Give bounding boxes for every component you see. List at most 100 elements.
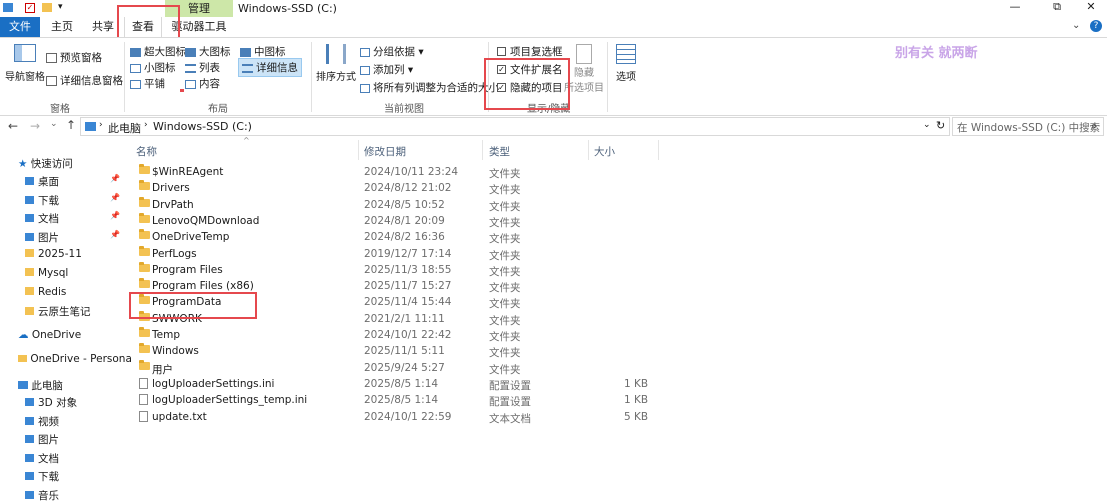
nav-item[interactable]: Redis — [25, 286, 125, 298]
file-row[interactable]: DrvPath 2024/8/5 10:52 文件夹 — [128, 196, 688, 214]
nav-onedrive-personal[interactable]: OneDrive - Persona — [18, 353, 132, 365]
nav-onedrive[interactable]: ☁ OneDrive — [18, 329, 81, 341]
small-icons-option[interactable]: 小图标 — [130, 60, 176, 75]
nav-pc-item[interactable]: 3D 对象 — [25, 395, 77, 410]
nav-pc-item[interactable]: 图片 — [25, 432, 59, 447]
column-divider[interactable] — [358, 140, 359, 160]
pin-icon[interactable]: 📌 — [110, 174, 120, 183]
help-icon[interactable]: ? — [1090, 20, 1102, 32]
medium-icons-option[interactable]: 中图标 — [240, 44, 286, 59]
details-option[interactable]: 详细信息 — [238, 58, 302, 77]
fit-columns-button[interactable]: 将所有列调整为合适的大小 — [360, 80, 499, 95]
column-divider[interactable] — [482, 140, 483, 160]
file-row[interactable]: Windows 2025/11/1 5:11 文件夹 — [128, 343, 688, 360]
preview-pane-button[interactable]: 预览窗格 — [46, 50, 102, 65]
file-row[interactable]: $WinREAgent 2024/10/11 23:24 文件夹 — [128, 164, 688, 181]
up-button[interactable]: ↑ — [66, 118, 76, 132]
search-icon[interactable]: ⌕ — [1091, 119, 1097, 133]
item-checkboxes-checkbox[interactable] — [497, 46, 506, 56]
details-pane-button[interactable]: 详细信息窗格 — [46, 73, 123, 88]
sort-by-button[interactable]: 排序方式 — [316, 44, 356, 83]
pin-icon[interactable]: 📌 — [110, 230, 120, 239]
maximize-button[interactable]: ⧉ — [1042, 0, 1072, 14]
nav-item[interactable]: 2025-11 — [25, 248, 125, 260]
file-row[interactable]: Temp 2024/10/1 22:42 文件夹 — [128, 327, 688, 344]
recent-dropdown-icon[interactable]: ⌄ — [50, 119, 58, 129]
file-row[interactable]: PerfLogs 2019/12/7 17:14 文件夹 — [128, 245, 688, 263]
options-label: 选项 — [616, 72, 636, 83]
tab-home[interactable]: 主页 — [42, 17, 82, 37]
file-row[interactable]: logUploaderSettings_temp.ini 2025/8/5 1:1… — [128, 393, 688, 409]
hide-selected-icon — [576, 44, 592, 64]
nav-pc-item[interactable]: 文档 — [25, 451, 59, 466]
nav-quick-access[interactable]: ★ 快速访问 — [18, 156, 73, 171]
nav-pc-item[interactable]: 下载 — [25, 469, 59, 484]
nav-item-label: Mysql — [38, 267, 69, 279]
close-button[interactable]: ✕ — [1076, 0, 1106, 13]
qat-newfolder-icon[interactable] — [42, 3, 52, 12]
file-row[interactable]: Program Files 2025/11/3 18:55 文件夹 — [128, 261, 688, 279]
file-modified: 2024/8/2 16:36 — [364, 231, 445, 244]
qat-dropdown-icon[interactable]: ▾ — [58, 2, 63, 12]
nav-item[interactable]: Mysql — [25, 267, 125, 279]
item-checkboxes-toggle[interactable]: 项目复选框 — [497, 44, 563, 59]
group-by-button[interactable]: 分组依据 ▾ — [360, 44, 424, 59]
column-divider[interactable] — [658, 140, 659, 160]
refresh-icon[interactable]: ↻ — [936, 119, 945, 132]
list-option[interactable]: 列表 — [185, 60, 220, 75]
search-box[interactable]: 在 Windows-SSD (C:) 中搜索 ⌕ — [952, 117, 1104, 136]
minimize-button[interactable]: — — [1000, 0, 1030, 13]
column-header-size[interactable]: 大小 — [594, 144, 615, 159]
nav-pc-item[interactable]: 音乐 — [25, 488, 59, 503]
column-header-type[interactable]: 类型 — [489, 144, 510, 159]
nav-item[interactable]: 文档 📌 — [25, 211, 125, 226]
content-option[interactable]: 内容 — [185, 76, 220, 91]
xlarge-icons-option[interactable]: 超大图标 — [130, 44, 186, 59]
address-bar[interactable]: › 此电脑 › Windows-SSD (C:) ⌄ ↻ — [80, 117, 950, 136]
nav-pc-item[interactable]: 视频 — [25, 414, 59, 429]
file-type: 配置设置 — [489, 379, 531, 392]
options-button[interactable]: 选项 — [611, 44, 641, 83]
file-row[interactable]: 用户 2025/9/24 5:27 文件夹 — [128, 359, 688, 377]
nav-item[interactable]: 桌面 📌 — [25, 174, 125, 189]
preview-pane-icon — [46, 53, 57, 63]
file-row[interactable]: LenovoQMDownload 2024/8/1 20:09 文件夹 — [128, 212, 688, 230]
address-dropdown-icon[interactable]: ⌄ — [923, 120, 931, 130]
forward-button[interactable]: → — [30, 119, 40, 133]
back-button[interactable]: ← — [8, 119, 18, 133]
tab-file[interactable]: 文件 — [0, 17, 40, 37]
nav-pc-item-label: 文档 — [38, 452, 59, 465]
file-row[interactable]: logUploaderSettings.ini 2025/8/5 1:14 配置设置… — [128, 377, 688, 393]
nav-pc-item-label: 音乐 — [38, 490, 59, 502]
file-type: 文本文档 — [489, 412, 531, 425]
nav-item[interactable]: 云原生笔记 — [25, 304, 125, 319]
nav-item[interactable]: 下载 📌 — [25, 193, 125, 208]
file-row[interactable]: OneDriveTemp 2024/8/2 16:36 文件夹 — [128, 229, 688, 246]
column-header-name[interactable]: 名称 — [136, 144, 157, 159]
qat-check-icon[interactable]: ✓ — [25, 3, 35, 13]
folder-icon — [139, 327, 150, 337]
folder-icon — [25, 249, 34, 258]
pin-icon[interactable]: 📌 — [110, 211, 120, 220]
highlight-programdata — [129, 292, 257, 319]
folder-icon — [25, 286, 34, 295]
file-row[interactable]: update.txt 2024/10/1 22:59 文本文档 5 KB — [128, 410, 688, 426]
tiles-option[interactable]: 平铺 — [130, 76, 165, 91]
add-columns-button[interactable]: 添加列 ▾ — [360, 62, 413, 77]
column-divider[interactable] — [588, 140, 589, 160]
large-icons-option[interactable]: 大图标 — [185, 44, 231, 59]
fit-columns-icon — [360, 83, 370, 93]
breadcrumb-pc[interactable]: 此电脑 — [108, 120, 141, 136]
column-header-modified[interactable]: 修改日期 — [364, 144, 406, 159]
pin-icon[interactable]: 📌 — [110, 193, 120, 202]
nav-this-pc[interactable]: 此电脑 — [18, 378, 63, 393]
nav-pane-button[interactable]: 导航窗格 — [5, 44, 45, 83]
nav-pane-icon — [14, 44, 36, 62]
file-row[interactable]: Drivers 2024/8/12 21:02 文件夹 — [128, 180, 688, 197]
ribbon-separator — [124, 42, 125, 112]
ribbon-collapse-icon[interactable]: ⌄ — [1072, 20, 1080, 31]
qat-folder-icon[interactable] — [3, 3, 13, 12]
breadcrumb-drive[interactable]: Windows-SSD (C:) — [153, 120, 252, 133]
nav-item[interactable]: 图片 📌 — [25, 230, 125, 245]
file-type: 文件夹 — [489, 233, 521, 246]
